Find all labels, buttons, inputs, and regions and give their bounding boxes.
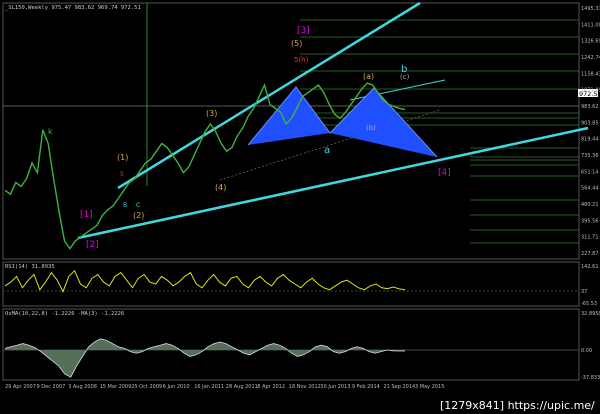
price-tick-label: 983.62: [581, 104, 599, 110]
wave-label-w2: [2]: [86, 240, 99, 250]
date-tick-label: 3 May 2015: [415, 384, 444, 390]
price-tick-label: 735.36: [581, 153, 599, 159]
wave-label-A: a: [324, 145, 330, 156]
date-tick-label: 6 Jun 2010: [163, 384, 190, 390]
price-tick-label: 1242.74: [581, 55, 600, 61]
price-tick-label: 564.44: [581, 186, 599, 192]
wave-label-5h: 5(h): [294, 56, 309, 64]
wave-label-iii: (3): [206, 109, 217, 118]
date-tick-label: 16 Jan 2011: [194, 384, 224, 390]
osma-tick-label: 0.00: [581, 348, 592, 354]
wave-label-i: (1): [117, 153, 128, 162]
wave-label-w4: [4]: [438, 168, 451, 178]
rsi-tick-label: 142.61: [581, 264, 599, 270]
price-tick-label: 227.87: [581, 251, 599, 257]
wave-label-B: b: [401, 64, 407, 75]
wave-label-small-c: C: [136, 202, 140, 209]
date-tick-label: 3 Aug 2008: [68, 384, 97, 390]
price-tick-label: 651.14: [581, 169, 599, 175]
price-tick-label: 903.85: [581, 120, 599, 126]
wave-label-a: (a): [363, 72, 374, 81]
wave-label-k: k: [48, 127, 53, 136]
wave-label-w1: [1]: [80, 210, 93, 220]
date-tick-label: 8 Apr 2012: [257, 384, 285, 390]
symbol-header: _SL150,Weekly 975.47 983.62 969.74 972.5…: [5, 5, 141, 11]
price-tick-label: 1326.69: [581, 39, 600, 45]
date-tick-label: 15 Mar 2009: [100, 384, 132, 390]
wave-label-v: (5): [291, 39, 302, 48]
price-tick-label: 311.71: [581, 235, 599, 241]
price-tick-label: 395.56: [581, 218, 599, 224]
wave-label-iv: (4): [215, 183, 226, 192]
wave-label-five-red: 5: [120, 171, 124, 178]
date-tick-label: 18 Nov 2012: [289, 384, 321, 390]
wave-label-w3: [3]: [297, 26, 310, 36]
price-tick-label: 1495.31: [581, 6, 600, 12]
osma-header: OsMA(10,22,8) -1.2226 -MA(3) -1.2226: [5, 311, 124, 317]
rsi-header: RSI(14) 31.8935: [5, 264, 55, 270]
wave-label-small-b: B: [123, 202, 127, 209]
price-tick-label: 1158.43: [581, 71, 600, 77]
date-tick-label: 21 Sep 2014: [384, 384, 416, 390]
osma-tick-label: -37.8337: [581, 375, 600, 381]
date-tick-label: 9 Dec 2007: [37, 384, 66, 390]
date-tick-label: 30 Jun 2013: [320, 384, 350, 390]
price-tick-label: 480.21: [581, 202, 599, 208]
wave-label-ii: (2): [133, 211, 144, 220]
osma-tick-label: 32.8950: [581, 311, 600, 317]
price-tick-label: 1411.00: [581, 22, 600, 28]
rsi-tick-label: 37: [581, 289, 587, 295]
price-tick-label: 1071.09: [581, 88, 600, 94]
price-tick-label: 819.44: [581, 137, 599, 143]
rsi-tick-label: -65.53: [581, 301, 597, 307]
date-tick-label: 25 Oct 2009: [131, 384, 162, 390]
date-tick-label: 9 Feb 2014: [352, 384, 380, 390]
date-tick-label: 28 Aug 2011: [226, 384, 258, 390]
chart-canvas: 972.51 _SL150,Weekly 975.47 983.62 969.7…: [0, 0, 600, 414]
watermark: [1279x841] https://upic.me/: [440, 399, 595, 412]
date-tick-label: 29 Apr 2007: [5, 384, 36, 390]
wave-label-b: (b): [366, 124, 376, 132]
